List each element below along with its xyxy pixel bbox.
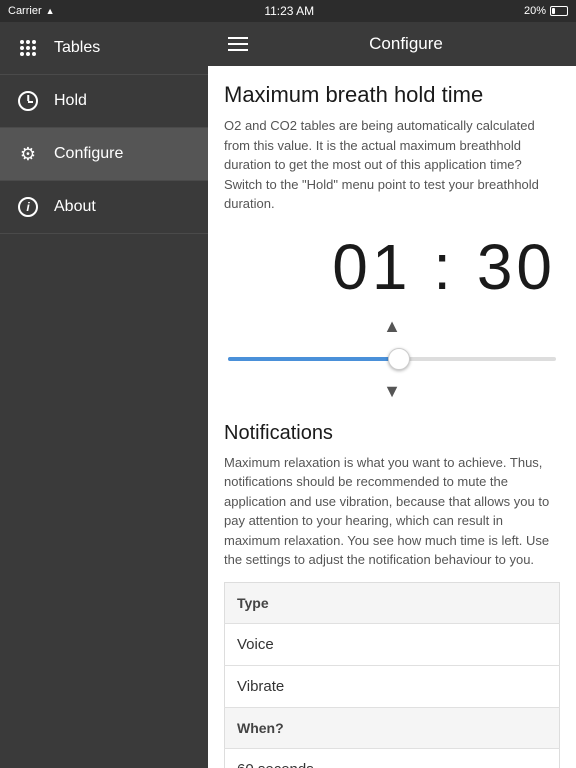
nav-title: Configure	[252, 34, 560, 54]
slider-fill	[228, 357, 399, 361]
top-nav: Configure	[208, 22, 576, 66]
slider-container[interactable]	[224, 341, 560, 377]
type-header-row: Type	[225, 582, 560, 623]
sidebar-item-configure[interactable]: ⚙ Configure	[0, 128, 208, 181]
status-right: 20%	[524, 5, 568, 17]
sidebar-label-about: About	[54, 198, 96, 216]
sidebar-label-hold: Hold	[54, 92, 87, 110]
voice-cell: Voice	[225, 623, 560, 665]
type-header-cell: Type	[225, 582, 560, 623]
status-bar: Carrier 11:23 AM 20%	[0, 0, 576, 22]
content-area: Configure Maximum breath hold time O2 an…	[208, 22, 576, 768]
sidebar-item-hold[interactable]: Hold	[0, 75, 208, 128]
status-left: Carrier	[8, 5, 55, 17]
table-row[interactable]: 60 seconds	[225, 748, 560, 768]
vibrate-cell: Vibrate	[225, 665, 560, 707]
slider-thumb[interactable]	[388, 348, 410, 370]
battery-label: 20%	[524, 5, 546, 17]
breath-title: Maximum breath hold time	[224, 82, 560, 108]
sidebar-label-tables: Tables	[54, 39, 100, 57]
app-container: Tables Hold ⚙ Configure i About	[0, 22, 576, 768]
when-header-row: When?	[225, 707, 560, 748]
clock-icon	[16, 89, 40, 113]
status-time: 11:23 AM	[264, 4, 314, 18]
carrier-label: Carrier	[8, 5, 42, 17]
sidebar-item-about[interactable]: i About	[0, 181, 208, 234]
info-icon: i	[16, 195, 40, 219]
notifications-desc: Maximum relaxation is what you want to a…	[224, 453, 560, 570]
slider-track	[228, 357, 556, 361]
arrow-up-icon: ▲	[383, 316, 401, 337]
when-header-cell: When?	[225, 707, 560, 748]
arrow-up-button[interactable]: ▲	[224, 312, 560, 341]
table-row[interactable]: Vibrate	[225, 665, 560, 707]
notifications-table: Type Voice Vibrate When?	[224, 582, 560, 768]
wifi-icon	[46, 5, 55, 17]
grid-icon	[16, 36, 40, 60]
notifications-title: Notifications	[224, 422, 560, 445]
sidebar-label-configure: Configure	[54, 145, 123, 163]
arrow-down-button[interactable]: ▼	[224, 377, 560, 406]
main-content: Maximum breath hold time O2 and CO2 tabl…	[208, 66, 576, 768]
table-row[interactable]: Voice	[225, 623, 560, 665]
gear-icon: ⚙	[16, 142, 40, 166]
sidebar-item-tables[interactable]: Tables	[0, 22, 208, 75]
sidebar: Tables Hold ⚙ Configure i About	[0, 22, 208, 768]
60s-cell: 60 seconds	[225, 748, 560, 768]
hamburger-button[interactable]	[224, 33, 252, 55]
breath-desc: O2 and CO2 tables are being automaticall…	[224, 116, 560, 214]
timer-display: 01 : 30	[224, 230, 560, 304]
arrow-down-icon: ▼	[383, 381, 401, 402]
battery-icon	[550, 6, 568, 16]
